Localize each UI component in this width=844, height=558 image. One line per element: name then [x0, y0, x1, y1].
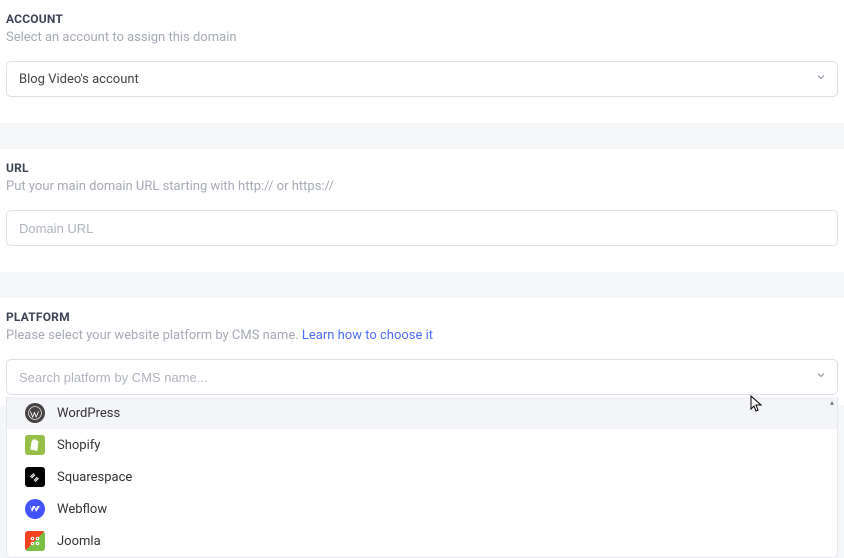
platform-option-joomla[interactable]: Joomla — [7, 525, 837, 557]
platform-option-webflow[interactable]: Webflow — [7, 493, 837, 525]
option-label: WordPress — [57, 406, 120, 421]
option-label: Joomla — [57, 534, 101, 549]
url-input-wrapper — [6, 210, 838, 246]
platform-option-shopify[interactable]: Shopify — [7, 429, 837, 461]
platform-option-squarespace[interactable]: Squarespace — [7, 461, 837, 493]
platform-option-wordpress[interactable]: WordPress — [7, 397, 837, 429]
url-section: URL Put your main domain URL starting wi… — [0, 149, 844, 272]
platform-combobox: ▴ WordPress Shopify — [6, 359, 838, 395]
learn-link[interactable]: Learn how to choose it — [302, 328, 433, 343]
platform-section: PLATFORM Please select your website plat… — [0, 298, 844, 405]
url-input[interactable] — [19, 221, 825, 236]
joomla-icon — [25, 531, 45, 551]
platform-subtext-text: Please select your website platform by C… — [6, 328, 302, 343]
platform-subtext: Please select your website platform by C… — [6, 328, 838, 343]
account-heading: ACCOUNT — [6, 12, 838, 26]
option-label: Shopify — [57, 438, 100, 453]
platform-dropdown: ▴ WordPress Shopify — [6, 397, 838, 558]
account-section: ACCOUNT Select an account to assign this… — [0, 0, 844, 123]
account-selected-value: Blog Video's account — [19, 72, 139, 87]
chevron-down-icon — [815, 71, 827, 87]
scroll-up-icon[interactable]: ▴ — [827, 397, 837, 407]
platform-option-list[interactable]: WordPress Shopify Squarespace — [7, 397, 837, 557]
shopify-icon — [25, 435, 45, 455]
url-heading: URL — [6, 161, 838, 175]
option-label: Webflow — [57, 502, 107, 517]
webflow-icon — [25, 499, 45, 519]
option-label: Squarespace — [57, 470, 132, 485]
account-select[interactable]: Blog Video's account — [6, 61, 838, 97]
platform-heading: PLATFORM — [6, 310, 838, 324]
squarespace-icon — [25, 467, 45, 487]
platform-search-input[interactable] — [19, 370, 825, 385]
wordpress-icon — [25, 403, 45, 423]
url-subtext: Put your main domain URL starting with h… — [6, 179, 838, 194]
platform-search-wrapper — [6, 359, 838, 395]
account-subtext: Select an account to assign this domain — [6, 30, 838, 45]
